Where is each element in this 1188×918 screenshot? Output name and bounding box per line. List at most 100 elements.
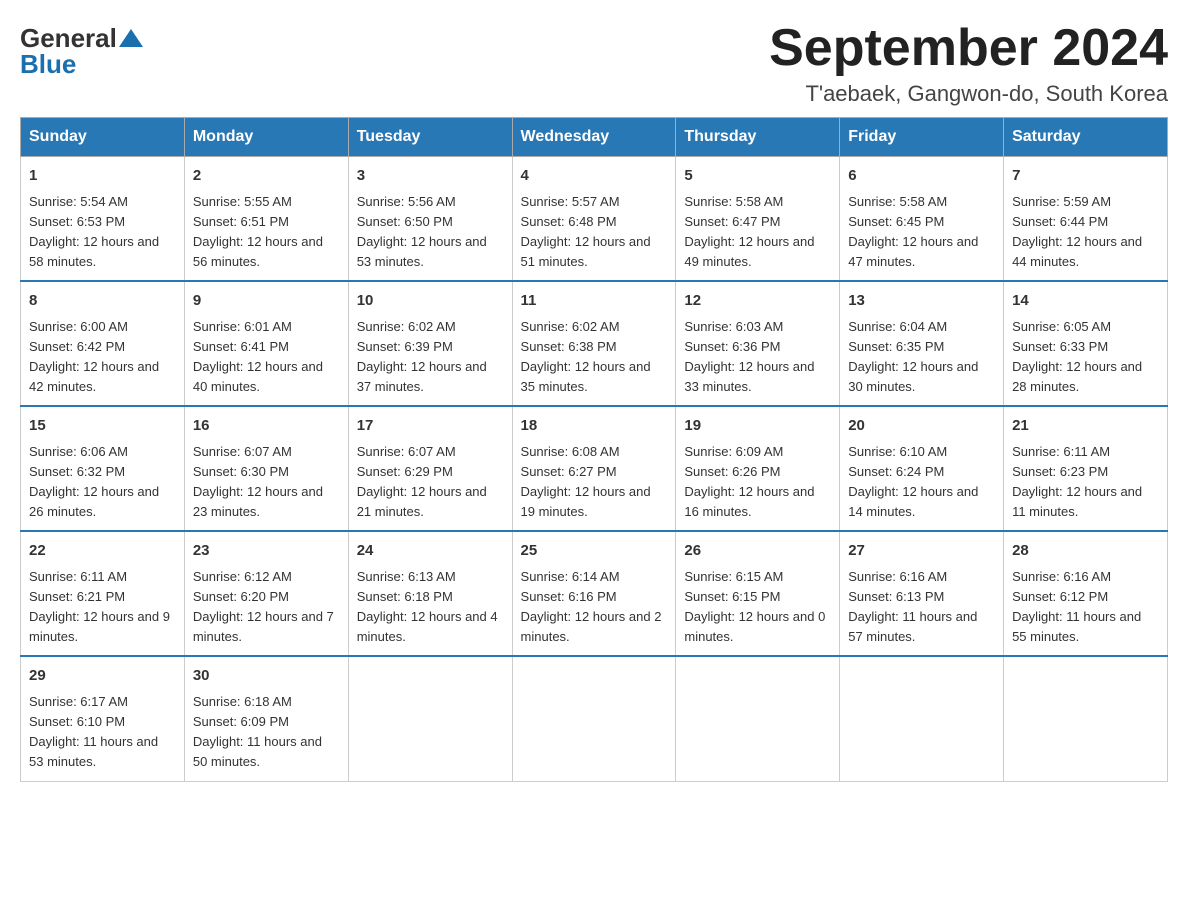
logo-blue-text: Blue	[20, 49, 76, 79]
calendar-cell: 25 Sunrise: 6:14 AMSunset: 6:16 PMDayligh…	[512, 531, 676, 656]
day-number: 25	[521, 540, 668, 563]
day-number: 7	[1012, 165, 1159, 188]
day-number: 4	[521, 165, 668, 188]
calendar-cell: 13 Sunrise: 6:04 AMSunset: 6:35 PMDayligh…	[840, 281, 1004, 406]
calendar-cell: 12 Sunrise: 6:03 AMSunset: 6:36 PMDayligh…	[676, 281, 840, 406]
day-number: 16	[193, 415, 340, 438]
weekday-header-saturday: Saturday	[1004, 118, 1168, 157]
calendar-cell: 11 Sunrise: 6:02 AMSunset: 6:38 PMDayligh…	[512, 281, 676, 406]
day-info: Sunrise: 5:55 AMSunset: 6:51 PMDaylight:…	[193, 192, 340, 273]
day-info: Sunrise: 6:16 AMSunset: 6:13 PMDaylight:…	[848, 567, 995, 648]
calendar-cell: 6 Sunrise: 5:58 AMSunset: 6:45 PMDaylight…	[840, 157, 1004, 282]
day-info: Sunrise: 6:02 AMSunset: 6:39 PMDaylight:…	[357, 317, 504, 398]
day-number: 27	[848, 540, 995, 563]
day-number: 10	[357, 290, 504, 313]
day-info: Sunrise: 6:15 AMSunset: 6:15 PMDaylight:…	[684, 567, 831, 648]
day-info: Sunrise: 6:14 AMSunset: 6:16 PMDaylight:…	[521, 567, 668, 648]
day-info: Sunrise: 5:58 AMSunset: 6:47 PMDaylight:…	[684, 192, 831, 273]
calendar-cell: 30 Sunrise: 6:18 AMSunset: 6:09 PMDayligh…	[184, 656, 348, 781]
calendar-cell: 24 Sunrise: 6:13 AMSunset: 6:18 PMDayligh…	[348, 531, 512, 656]
day-number: 20	[848, 415, 995, 438]
day-info: Sunrise: 6:02 AMSunset: 6:38 PMDaylight:…	[521, 317, 668, 398]
weekday-header-friday: Friday	[840, 118, 1004, 157]
calendar-week-row: 1 Sunrise: 5:54 AMSunset: 6:53 PMDaylight…	[21, 157, 1168, 282]
day-info: Sunrise: 6:08 AMSunset: 6:27 PMDaylight:…	[521, 442, 668, 523]
day-number: 17	[357, 415, 504, 438]
day-number: 8	[29, 290, 176, 313]
weekday-header-row: SundayMondayTuesdayWednesdayThursdayFrid…	[21, 118, 1168, 157]
day-info: Sunrise: 6:07 AMSunset: 6:30 PMDaylight:…	[193, 442, 340, 523]
calendar-cell: 10 Sunrise: 6:02 AMSunset: 6:39 PMDayligh…	[348, 281, 512, 406]
calendar-cell: 9 Sunrise: 6:01 AMSunset: 6:41 PMDaylight…	[184, 281, 348, 406]
day-info: Sunrise: 6:16 AMSunset: 6:12 PMDaylight:…	[1012, 567, 1159, 648]
logo-triangle-icon	[119, 29, 143, 47]
day-info: Sunrise: 6:09 AMSunset: 6:26 PMDaylight:…	[684, 442, 831, 523]
day-info: Sunrise: 6:10 AMSunset: 6:24 PMDaylight:…	[848, 442, 995, 523]
calendar-cell: 17 Sunrise: 6:07 AMSunset: 6:29 PMDayligh…	[348, 406, 512, 531]
day-number: 12	[684, 290, 831, 313]
calendar-cell: 28 Sunrise: 6:16 AMSunset: 6:12 PMDayligh…	[1004, 531, 1168, 656]
calendar-cell: 22Sunrise: 6:11 AMSunset: 6:21 PMDayligh…	[21, 531, 185, 656]
calendar-cell: 15 Sunrise: 6:06 AMSunset: 6:32 PMDayligh…	[21, 406, 185, 531]
weekday-header-sunday: Sunday	[21, 118, 185, 157]
day-number: 9	[193, 290, 340, 313]
day-number: 23	[193, 540, 340, 563]
calendar-week-row: 22Sunrise: 6:11 AMSunset: 6:21 PMDayligh…	[21, 531, 1168, 656]
day-info: Sunrise: 6:13 AMSunset: 6:18 PMDaylight:…	[357, 567, 504, 648]
calendar-cell: 1 Sunrise: 5:54 AMSunset: 6:53 PMDaylight…	[21, 157, 185, 282]
calendar-cell	[348, 656, 512, 781]
page-header: General Blue September 2024 T'aebaek, Ga…	[20, 20, 1168, 107]
day-info: Sunrise: 6:01 AMSunset: 6:41 PMDaylight:…	[193, 317, 340, 398]
day-number: 28	[1012, 540, 1159, 563]
weekday-header-thursday: Thursday	[676, 118, 840, 157]
day-number: 19	[684, 415, 831, 438]
day-number: 24	[357, 540, 504, 563]
day-info: Sunrise: 5:57 AMSunset: 6:48 PMDaylight:…	[521, 192, 668, 273]
calendar-cell	[840, 656, 1004, 781]
day-number: 15	[29, 415, 176, 438]
calendar-cell	[676, 656, 840, 781]
calendar-cell: 16 Sunrise: 6:07 AMSunset: 6:30 PMDayligh…	[184, 406, 348, 531]
calendar-cell: 8Sunrise: 6:00 AMSunset: 6:42 PMDaylight…	[21, 281, 185, 406]
weekday-header-monday: Monday	[184, 118, 348, 157]
logo-general-text: General	[20, 25, 117, 51]
calendar-cell: 18Sunrise: 6:08 AMSunset: 6:27 PMDayligh…	[512, 406, 676, 531]
calendar-cell: 19 Sunrise: 6:09 AMSunset: 6:26 PMDayligh…	[676, 406, 840, 531]
calendar-week-row: 8Sunrise: 6:00 AMSunset: 6:42 PMDaylight…	[21, 281, 1168, 406]
calendar-cell: 2 Sunrise: 5:55 AMSunset: 6:51 PMDaylight…	[184, 157, 348, 282]
day-number: 30	[193, 665, 340, 688]
calendar-cell: 5 Sunrise: 5:58 AMSunset: 6:47 PMDaylight…	[676, 157, 840, 282]
calendar-week-row: 15 Sunrise: 6:06 AMSunset: 6:32 PMDayligh…	[21, 406, 1168, 531]
day-number: 3	[357, 165, 504, 188]
day-info: Sunrise: 6:18 AMSunset: 6:09 PMDaylight:…	[193, 692, 340, 773]
day-info: Sunrise: 6:17 AMSunset: 6:10 PMDaylight:…	[29, 692, 176, 773]
calendar-cell	[512, 656, 676, 781]
calendar-cell: 7 Sunrise: 5:59 AMSunset: 6:44 PMDaylight…	[1004, 157, 1168, 282]
day-number: 13	[848, 290, 995, 313]
day-info: Sunrise: 5:58 AMSunset: 6:45 PMDaylight:…	[848, 192, 995, 273]
day-number: 26	[684, 540, 831, 563]
day-number: 1	[29, 165, 176, 188]
main-title: September 2024	[769, 20, 1168, 77]
day-info: Sunrise: 5:56 AMSunset: 6:50 PMDaylight:…	[357, 192, 504, 273]
calendar-cell: 26 Sunrise: 6:15 AMSunset: 6:15 PMDayligh…	[676, 531, 840, 656]
day-info: Sunrise: 6:03 AMSunset: 6:36 PMDaylight:…	[684, 317, 831, 398]
day-number: 14	[1012, 290, 1159, 313]
day-info: Sunrise: 6:11 AMSunset: 6:23 PMDaylight:…	[1012, 442, 1159, 523]
day-info: Sunrise: 6:04 AMSunset: 6:35 PMDaylight:…	[848, 317, 995, 398]
day-number: 6	[848, 165, 995, 188]
day-info: Sunrise: 6:07 AMSunset: 6:29 PMDaylight:…	[357, 442, 504, 523]
day-info: Sunrise: 6:05 AMSunset: 6:33 PMDaylight:…	[1012, 317, 1159, 398]
day-info: Sunrise: 5:54 AMSunset: 6:53 PMDaylight:…	[29, 192, 176, 273]
day-info: Sunrise: 6:06 AMSunset: 6:32 PMDaylight:…	[29, 442, 176, 523]
day-info: Sunrise: 6:12 AMSunset: 6:20 PMDaylight:…	[193, 567, 340, 648]
calendar-cell: 3 Sunrise: 5:56 AMSunset: 6:50 PMDaylight…	[348, 157, 512, 282]
title-section: September 2024 T'aebaek, Gangwon-do, Sou…	[769, 20, 1168, 107]
day-number: 2	[193, 165, 340, 188]
day-info: Sunrise: 5:59 AMSunset: 6:44 PMDaylight:…	[1012, 192, 1159, 273]
calendar-cell: 27 Sunrise: 6:16 AMSunset: 6:13 PMDayligh…	[840, 531, 1004, 656]
calendar-cell: 20 Sunrise: 6:10 AMSunset: 6:24 PMDayligh…	[840, 406, 1004, 531]
weekday-header-wednesday: Wednesday	[512, 118, 676, 157]
day-number: 5	[684, 165, 831, 188]
day-number: 11	[521, 290, 668, 313]
